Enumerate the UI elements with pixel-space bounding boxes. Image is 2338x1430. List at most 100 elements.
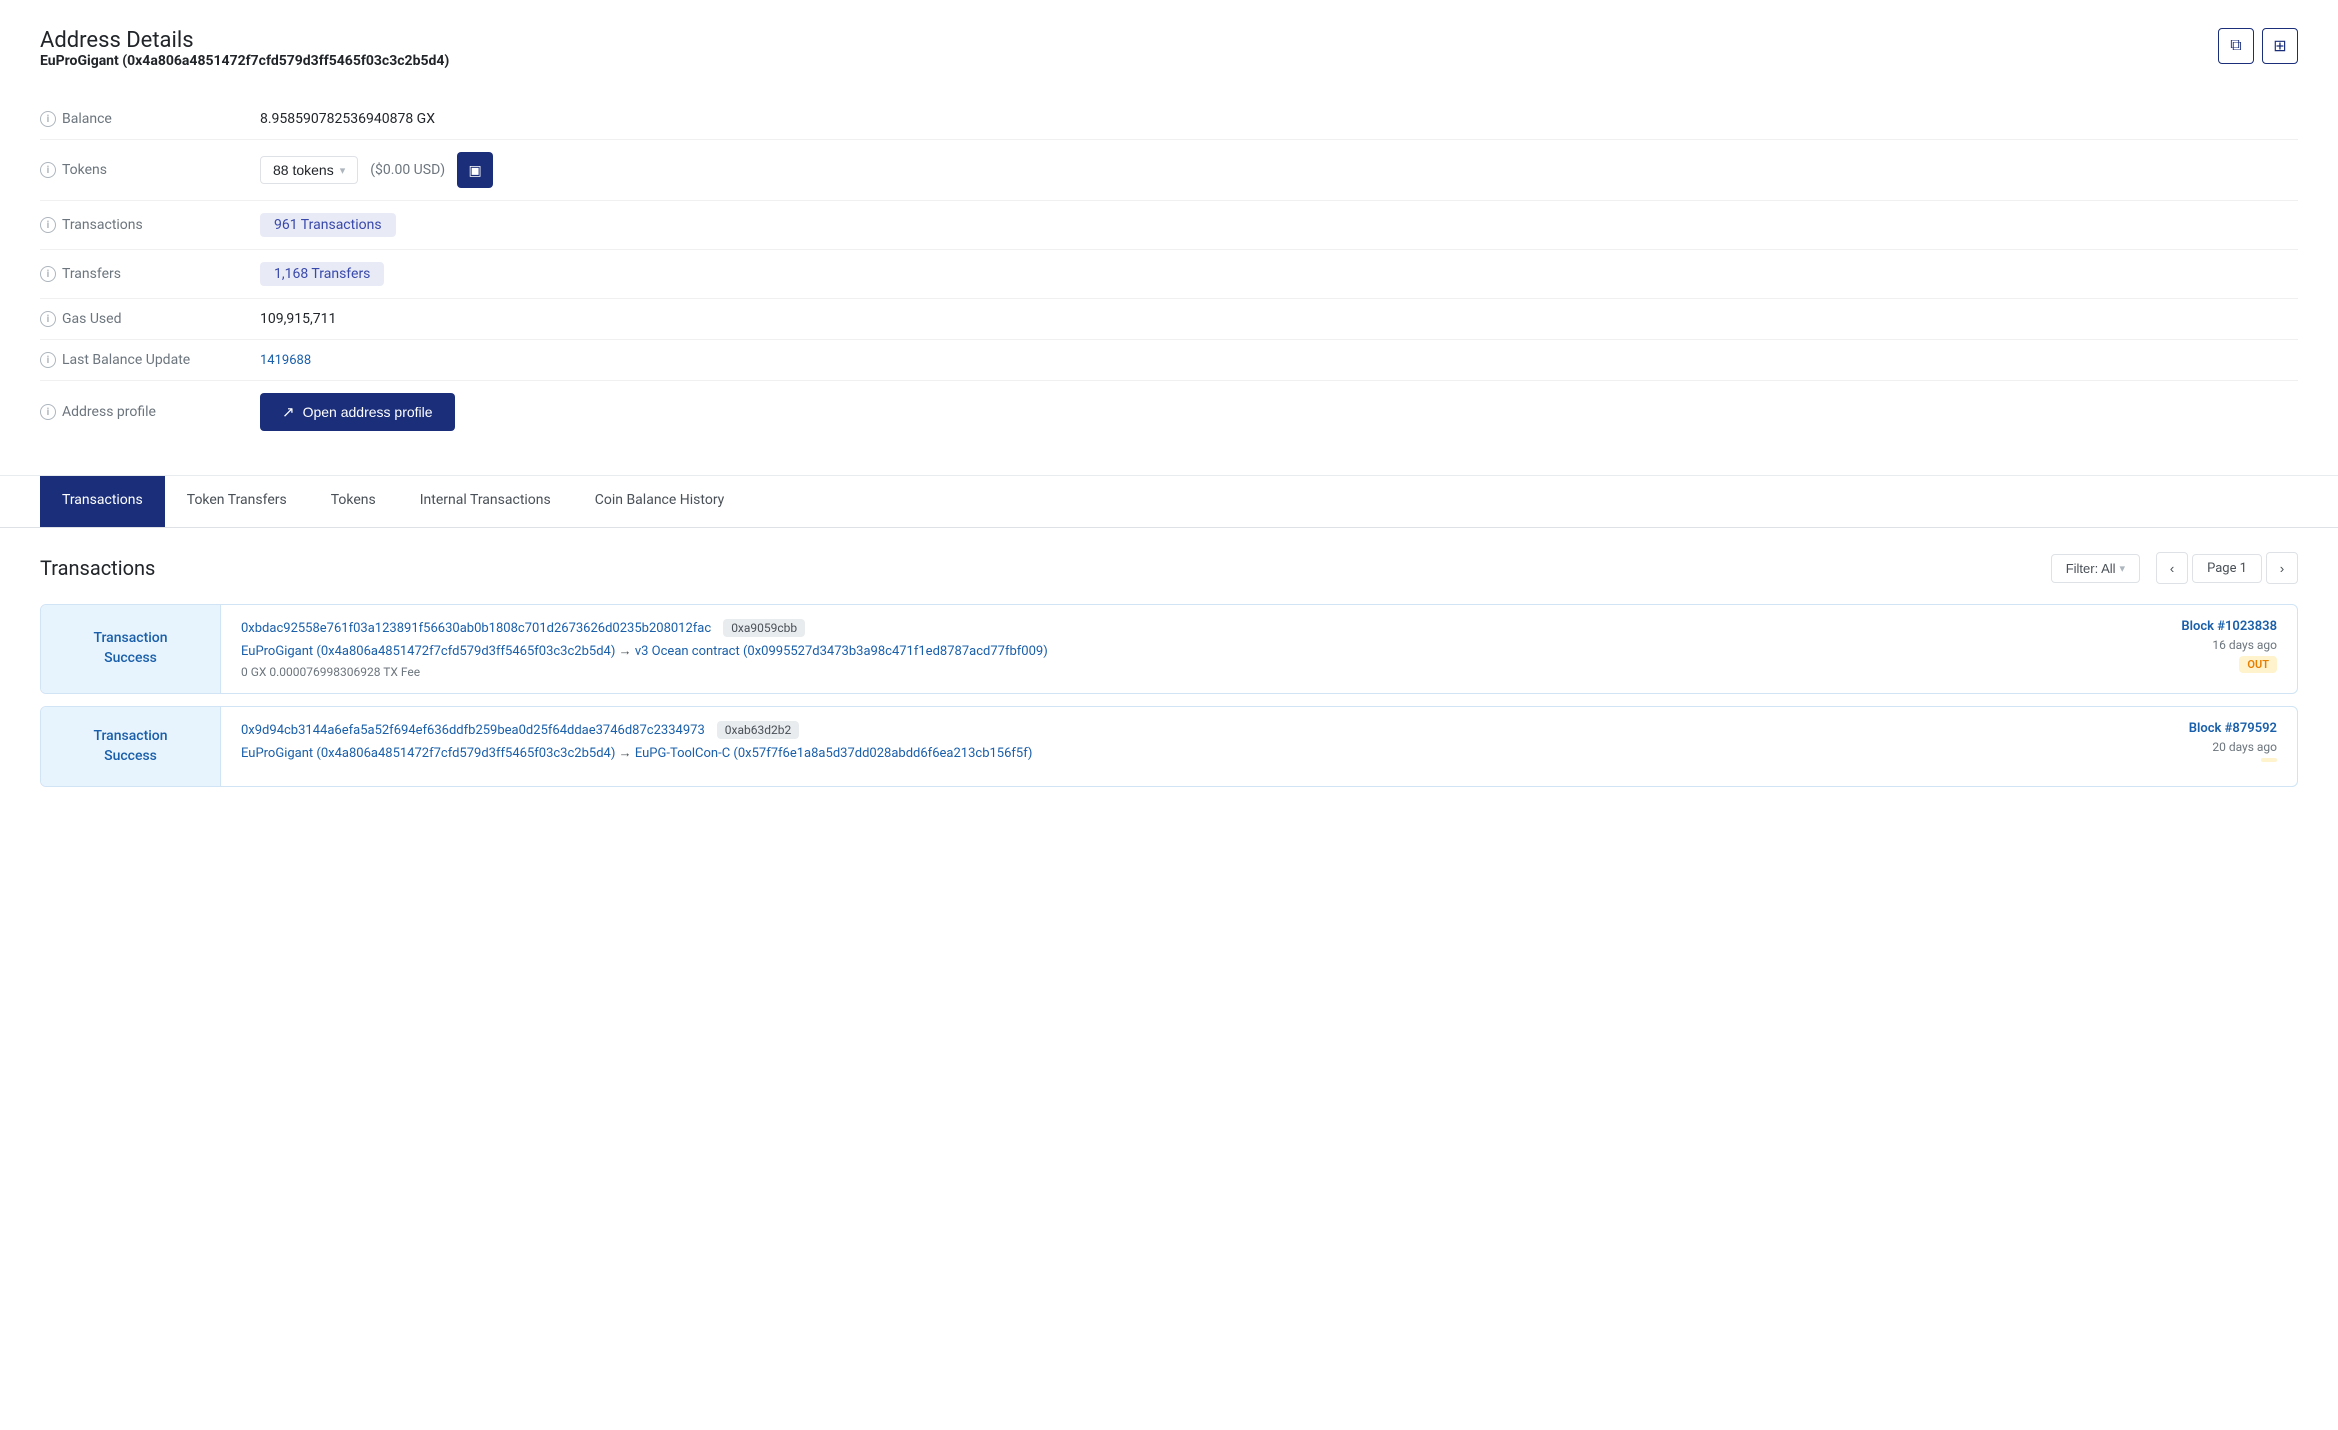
copy-button[interactable]: ⧉ <box>2218 28 2254 64</box>
tab-coin-balance-history[interactable]: Coin Balance History <box>573 476 747 527</box>
tokens-row: i Tokens 88 tokens ▾ ($0.00 USD) ▣ <box>40 140 2298 201</box>
tx-from-link-2[interactable]: EuProGigant (0x4a806a4851472f7cfd579d3ff… <box>241 746 615 761</box>
tx-block-1[interactable]: Block #1023838 <box>2181 619 2277 634</box>
tx-status-1: TransactionSuccess <box>93 629 167 668</box>
transfers-label-container: i Transfers <box>40 266 260 282</box>
tokens-info-icon: i <box>40 162 56 178</box>
transfers-info-icon: i <box>40 266 56 282</box>
tx-status-cell-1: TransactionSuccess <box>41 605 221 693</box>
transactions-label: Transactions <box>62 217 143 233</box>
grid-button[interactable]: ⊞ <box>2262 28 2298 64</box>
tokens-label-container: i Tokens <box>40 162 260 178</box>
tokens-label: Tokens <box>62 162 107 178</box>
next-page-button[interactable]: › <box>2266 552 2298 584</box>
balance-label: Balance <box>62 111 112 127</box>
transfers-label: Transfers <box>62 266 121 282</box>
transactions-count-row: i Transactions 961 Transactions <box>40 201 2298 250</box>
tx-status-cell-2: TransactionSuccess <box>41 707 221 786</box>
tx-hash-link-2[interactable]: 0x9d94cb3144a6efa5a52f694ef636ddfb259bea… <box>241 723 705 738</box>
address-subtitle: EuProGigant (0x4a806a4851472f7cfd579d3ff… <box>40 53 449 69</box>
wallet-icon: ▣ <box>469 162 482 179</box>
address-profile-row: i Address profile ↗ Open address profile <box>40 381 2298 443</box>
tx-fee-1: 0 GX 0.000076998306928 TX Fee <box>241 665 2097 679</box>
gas-info-icon: i <box>40 311 56 327</box>
tx-block-2[interactable]: Block #879592 <box>2189 721 2277 736</box>
grid-icon: ⊞ <box>2273 36 2286 56</box>
pagination-controls: ‹ Page 1 › <box>2156 552 2298 584</box>
tx-address-row-2: EuProGigant (0x4a806a4851472f7cfd579d3ff… <box>241 745 2097 761</box>
filter-chevron-icon: ▾ <box>2120 562 2126 575</box>
filter-button[interactable]: Filter: All ▾ <box>2051 554 2140 583</box>
transactions-section: Transactions Filter: All ▾ ‹ Page 1 › <box>0 528 2338 823</box>
balance-label-container: i Balance <box>40 111 260 127</box>
tx-to-link-1[interactable]: v3 Ocean contract (0x0995527d3473b3a98c4… <box>635 644 1048 659</box>
transactions-label-container: i Transactions <box>40 217 260 233</box>
prev-page-button[interactable]: ‹ <box>2156 552 2188 584</box>
last-balance-info-icon: i <box>40 352 56 368</box>
address-profile-label: Address profile <box>62 404 156 420</box>
table-row: TransactionSuccess 0xbdac92558e761f03a12… <box>40 604 2298 694</box>
tx-time-1: 16 days ago <box>2212 638 2277 652</box>
filter-pagination: Filter: All ▾ ‹ Page 1 › <box>2051 552 2298 584</box>
gas-value: 109,915,711 <box>260 311 336 327</box>
tokens-usd: ($0.00 USD) <box>370 162 445 178</box>
tab-token-transfers[interactable]: Token Transfers <box>165 476 309 527</box>
tx-from-link-1[interactable]: EuProGigant (0x4a806a4851472f7cfd579d3ff… <box>241 644 615 659</box>
balance-value: 8.958590782536940878 GX <box>260 111 435 127</box>
tx-right-2: Block #879592 20 days ago <box>2117 707 2297 786</box>
tx-right-1: Block #1023838 16 days ago OUT <box>2117 605 2297 693</box>
gas-label: Gas Used <box>62 311 121 327</box>
tx-method-1: 0xa9059cbb <box>723 619 805 637</box>
page-wrapper: Address Details EuProGigant (0x4a806a485… <box>0 0 2338 1430</box>
address-card: Address Details EuProGigant (0x4a806a485… <box>0 0 2338 476</box>
chevron-down-icon: ▾ <box>340 164 346 177</box>
tx-time-2: 20 days ago <box>2212 740 2277 754</box>
gas-label-container: i Gas Used <box>40 311 260 327</box>
tx-arrow-1: → <box>619 644 632 659</box>
chevron-left-icon: ‹ <box>2170 561 2174 576</box>
tab-internal-transactions[interactable]: Internal Transactions <box>398 476 573 527</box>
address-header-left: Address Details EuProGigant (0x4a806a485… <box>40 28 449 93</box>
tx-hash-row-1: 0xbdac92558e761f03a123891f56630ab0b1808c… <box>241 619 2097 637</box>
tx-hash-link-1[interactable]: 0xbdac92558e761f03a123891f56630ab0b1808c… <box>241 621 711 636</box>
icon-buttons: ⧉ ⊞ <box>2218 28 2298 64</box>
address-profile-label-container: i Address profile <box>40 404 260 420</box>
tx-to-link-2[interactable]: EuPG-ToolCon-C (0x57f7f6e1a8a5d37dd028ab… <box>635 746 1033 761</box>
tx-direction-2 <box>2261 758 2277 762</box>
last-balance-value[interactable]: 1419688 <box>260 353 311 368</box>
open-profile-button[interactable]: ↗ Open address profile <box>260 393 455 431</box>
copy-icon: ⧉ <box>2230 37 2241 55</box>
tokens-count: 88 tokens <box>273 162 334 178</box>
page-label: Page 1 <box>2192 554 2262 583</box>
wallet-button[interactable]: ▣ <box>457 152 493 188</box>
last-balance-label: Last Balance Update <box>62 352 190 368</box>
tab-tokens[interactable]: Tokens <box>309 476 398 527</box>
tx-status-2: TransactionSuccess <box>93 727 167 766</box>
external-link-icon: ↗ <box>282 403 295 421</box>
transactions-badge[interactable]: 961 Transactions <box>260 213 396 237</box>
address-title: Address Details <box>40 28 449 53</box>
tx-address-row-1: EuProGigant (0x4a806a4851472f7cfd579d3ff… <box>241 643 2097 659</box>
filter-label: Filter: All <box>2066 561 2116 576</box>
tx-details-2: 0x9d94cb3144a6efa5a52f694ef636ddfb259bea… <box>221 707 2117 786</box>
last-balance-row: i Last Balance Update 1419688 <box>40 340 2298 381</box>
tokens-dropdown[interactable]: 88 tokens ▾ <box>260 156 358 184</box>
tx-details-1: 0xbdac92558e761f03a123891f56630ab0b1808c… <box>221 605 2117 693</box>
transactions-section-title: Transactions <box>40 556 155 580</box>
tx-method-2: 0xab63d2b2 <box>717 721 799 739</box>
open-profile-label: Open address profile <box>303 404 433 420</box>
address-card-header: Address Details EuProGigant (0x4a806a485… <box>40 28 2298 93</box>
balance-row: i Balance 8.958590782536940878 GX <box>40 99 2298 140</box>
transfers-badge[interactable]: 1,168 Transfers <box>260 262 384 286</box>
tx-arrow-2: → <box>619 746 632 761</box>
table-row: TransactionSuccess 0x9d94cb3144a6efa5a52… <box>40 706 2298 787</box>
chevron-right-icon: › <box>2280 561 2284 576</box>
address-profile-info-icon: i <box>40 404 56 420</box>
balance-info-icon: i <box>40 111 56 127</box>
transactions-header: Transactions Filter: All ▾ ‹ Page 1 › <box>40 552 2298 584</box>
transfers-row: i Transfers 1,168 Transfers <box>40 250 2298 299</box>
tab-transactions[interactable]: Transactions <box>40 476 165 527</box>
tx-hash-row-2: 0x9d94cb3144a6efa5a52f694ef636ddfb259bea… <box>241 721 2097 739</box>
transactions-info-icon: i <box>40 217 56 233</box>
tabs-bar: Transactions Token Transfers Tokens Inte… <box>0 476 2338 528</box>
